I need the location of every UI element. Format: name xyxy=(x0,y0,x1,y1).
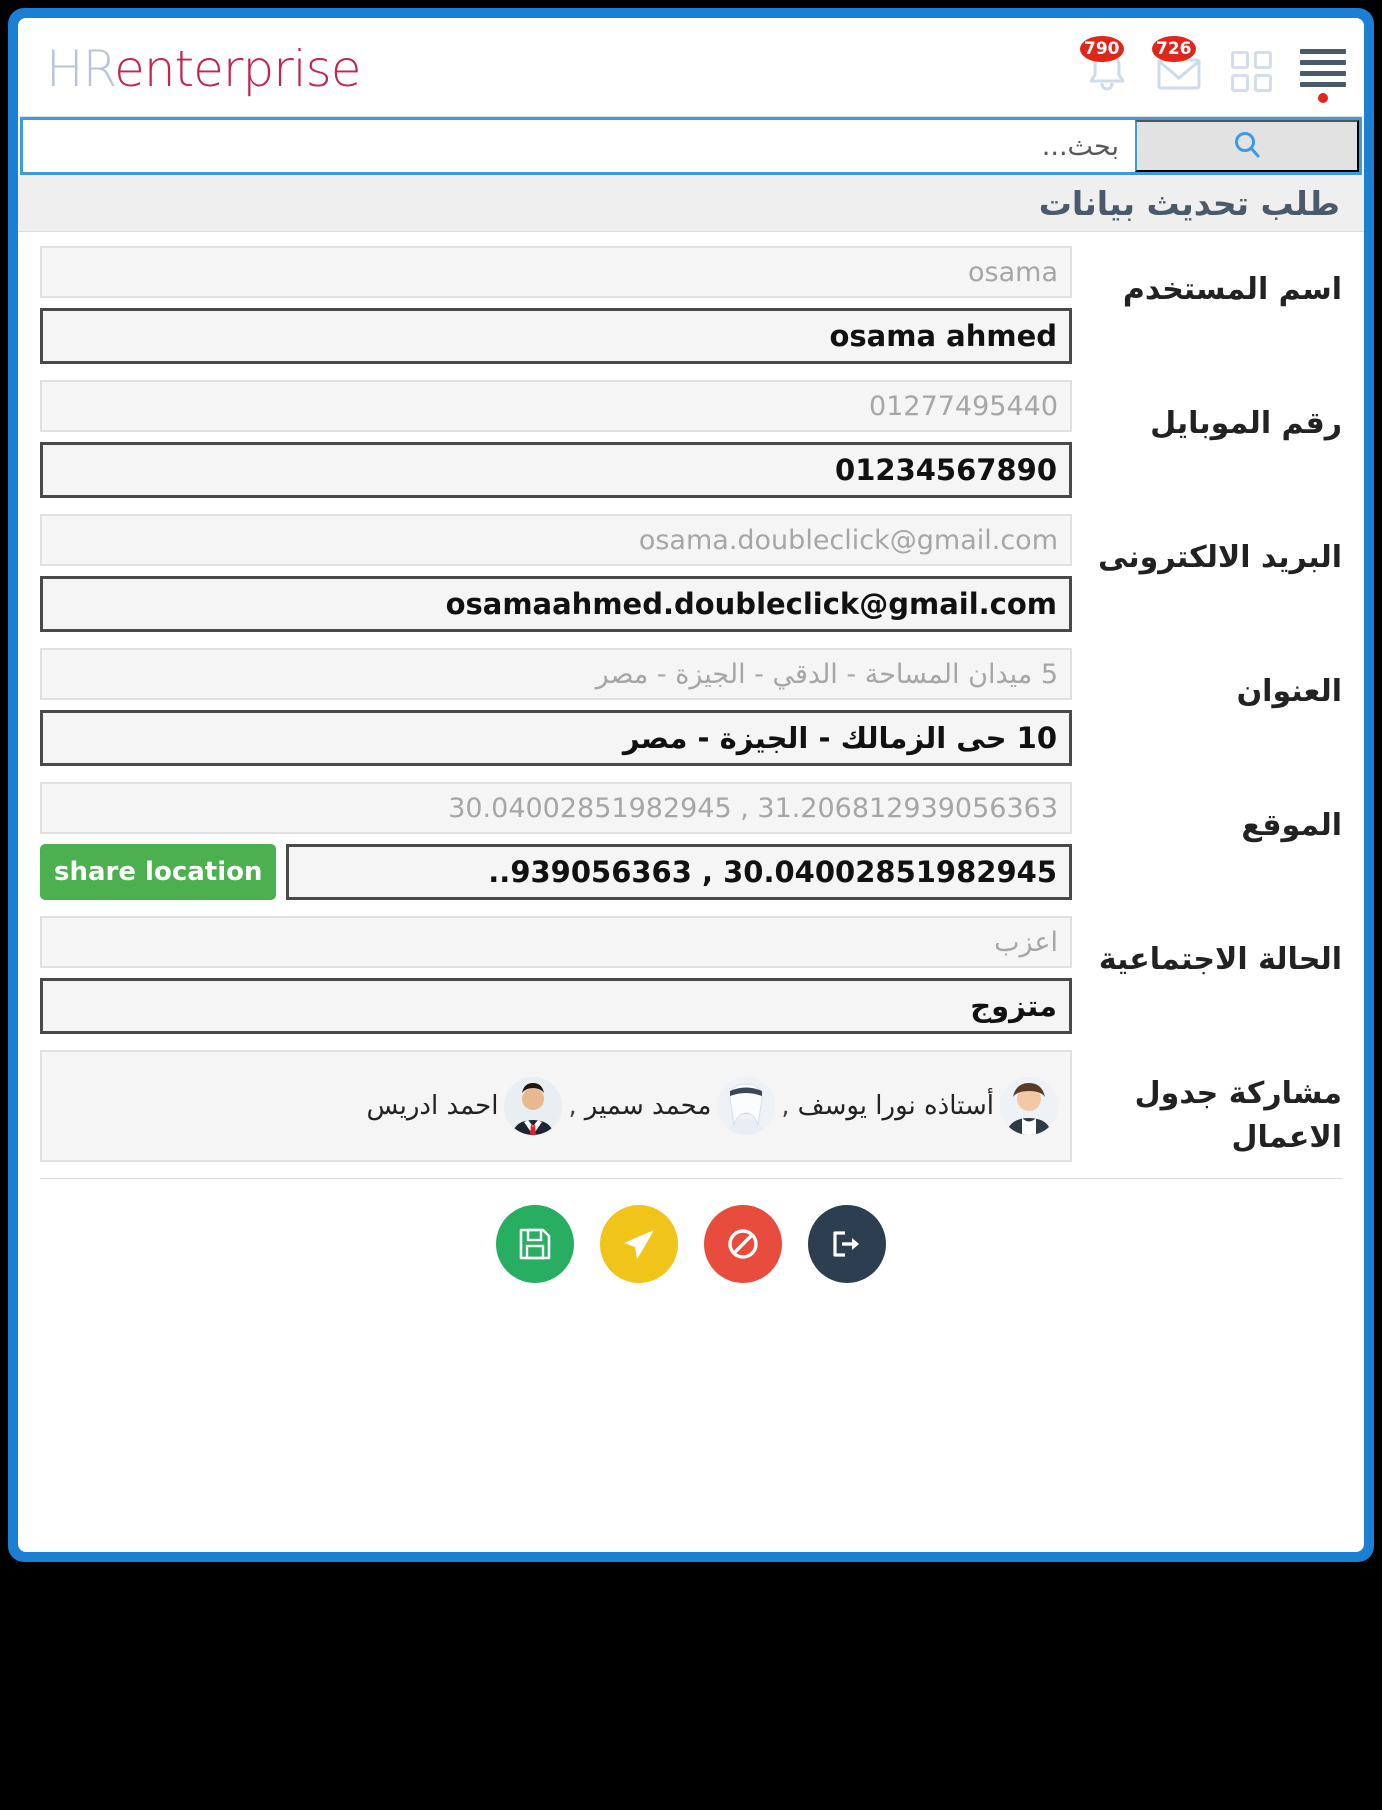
old-value-email: osama.doubleclick@gmail.com xyxy=(40,514,1072,566)
label-email: البريد الالكترونى xyxy=(1098,540,1342,575)
shared-person-name: أستاذه نورا يوسف xyxy=(797,1091,994,1121)
messages-button[interactable]: 726 xyxy=(1152,36,1202,92)
label-share-schedule: مشاركة جدول الاعمال xyxy=(1134,1076,1342,1155)
update-request-form: اسم المستخدم osama osama ahmed رقم الموب… xyxy=(18,232,1364,1162)
old-email-text: osama.doubleclick@gmail.com xyxy=(638,524,1058,556)
new-value-email[interactable]: osamaahmed.doubleclick@gmail.com xyxy=(40,576,1072,632)
paper-plane-icon xyxy=(624,1230,654,1259)
old-location-text: 30.04002851982945 , 31.206812939056363 xyxy=(448,792,1058,824)
old-value-address: 5 ميدان المساحة - الدقي - الجيزة - مصر xyxy=(40,648,1072,700)
send-button[interactable] xyxy=(600,1205,678,1283)
fields-username: osama osama ahmed xyxy=(40,246,1072,364)
exit-icon xyxy=(833,1231,859,1257)
new-value-mobile[interactable]: 01234567890 xyxy=(40,442,1072,498)
action-bar xyxy=(18,1179,1364,1305)
new-value-address[interactable]: 10 حى الزمالك - الجيزة - مصر xyxy=(40,710,1072,766)
fields-location: 30.04002851982945 , 31.206812939056363 .… xyxy=(40,782,1072,900)
label-username: اسم المستخدم xyxy=(1122,272,1342,307)
floppy-disk-icon xyxy=(519,1228,551,1260)
fields-address: 5 ميدان المساحة - الدقي - الجيزة - مصر 1… xyxy=(40,648,1072,766)
fields-marital-status: اعزب متزوج xyxy=(40,916,1072,1034)
fields-mobile: 01277495440 01234567890 xyxy=(40,380,1072,498)
man-suit-avatar xyxy=(504,1077,563,1135)
new-value-marital-status[interactable]: متزوج xyxy=(40,978,1072,1034)
fields-share-schedule: أستاذه نورا يوسف , محمد سمير , احمد ادري… xyxy=(40,1050,1072,1162)
shared-person[interactable]: محمد سمير , xyxy=(568,1077,776,1135)
logo-enterprise-text: enterprise xyxy=(114,40,361,98)
messages-badge: 726 xyxy=(1152,36,1196,62)
new-mobile-text: 01234567890 xyxy=(835,453,1057,487)
shared-person-separator: , xyxy=(568,1091,577,1121)
grid-apps-button[interactable] xyxy=(1228,36,1274,92)
share-schedule-list[interactable]: أستاذه نورا يوسف , محمد سمير , احمد ادري… xyxy=(40,1050,1072,1162)
shared-person[interactable]: احمد ادريس xyxy=(358,1077,563,1135)
label-address: العنوان xyxy=(1236,674,1342,709)
exit-button[interactable] xyxy=(808,1205,886,1283)
old-value-marital-status: اعزب xyxy=(40,916,1072,968)
page-title: طلب تحديث بيانات xyxy=(18,175,1364,232)
new-value-username[interactable]: osama ahmed xyxy=(40,308,1072,364)
shared-person[interactable]: أستاذه نورا يوسف , xyxy=(781,1077,1058,1135)
fields-email: osama.doubleclick@gmail.com osamaahmed.d… xyxy=(40,514,1072,632)
old-username-text: osama xyxy=(968,256,1058,288)
form-row-username: اسم المستخدم osama osama ahmed xyxy=(40,246,1342,364)
device-frame: HRenterprise 726 790 بحث... طلب تحديث بي… xyxy=(8,8,1374,1562)
top-bar: HRenterprise 726 790 xyxy=(18,18,1364,117)
man-keffiyeh-avatar xyxy=(717,1077,776,1135)
old-value-mobile: 01277495440 xyxy=(40,380,1072,432)
top-bar-icons: 726 790 xyxy=(1080,36,1346,103)
old-value-location: 30.04002851982945 , 31.206812939056363 xyxy=(40,782,1072,834)
hamburger-menu-icon xyxy=(1300,44,1346,103)
share-location-button[interactable]: share location xyxy=(40,844,277,900)
form-row-mobile: رقم الموبايل 01277495440 01234567890 xyxy=(40,380,1342,498)
reject-button[interactable] xyxy=(704,1205,782,1283)
grid-apps-icon xyxy=(1230,51,1272,92)
label-mobile: رقم الموبايل xyxy=(1150,406,1342,441)
search-submit-button[interactable] xyxy=(1135,120,1359,172)
ban-icon xyxy=(728,1229,758,1259)
search-bar xyxy=(20,117,1362,175)
menu-alert-dot xyxy=(1318,93,1328,103)
label-marital-status: الحالة الاجتماعية xyxy=(1098,942,1342,977)
form-row-share-schedule: مشاركة جدول الاعمال أستاذه نورا يوسف , م… xyxy=(40,1050,1342,1162)
notifications-badge: 790 xyxy=(1080,36,1124,62)
search-input[interactable] xyxy=(23,120,1135,172)
shared-person-name: احمد ادريس xyxy=(366,1091,499,1121)
form-row-email: البريد الالكترونى osama.doubleclick@gmai… xyxy=(40,514,1342,632)
form-row-location: الموقع 30.04002851982945 , 31.2068129390… xyxy=(40,782,1342,900)
shared-person-name: محمد سمير xyxy=(584,1091,712,1121)
woman-avatar xyxy=(1000,1077,1058,1135)
old-mobile-text: 01277495440 xyxy=(869,390,1058,422)
logo-hr-text: HR xyxy=(46,40,115,98)
new-username-text: osama ahmed xyxy=(829,319,1058,353)
notifications-button[interactable]: 790 xyxy=(1080,36,1130,92)
new-location-text: ..939056363 , 30.04002851982945 xyxy=(488,855,1057,889)
search-icon xyxy=(1235,132,1260,158)
save-button[interactable] xyxy=(496,1205,574,1283)
label-location: الموقع xyxy=(1241,808,1342,843)
new-value-location[interactable]: ..939056363 , 30.04002851982945 xyxy=(286,844,1072,900)
form-row-address: العنوان 5 ميدان المساحة - الدقي - الجيزة… xyxy=(40,648,1342,766)
app-logo[interactable]: HRenterprise xyxy=(46,40,361,98)
new-email-text: osamaahmed.doubleclick@gmail.com xyxy=(445,587,1057,621)
form-row-marital-status: الحالة الاجتماعية اعزب متزوج xyxy=(40,916,1342,1034)
old-value-username: osama xyxy=(40,246,1072,298)
location-edit-line: ..939056363 , 30.04002851982945 share lo… xyxy=(40,844,1072,900)
shared-person-separator: , xyxy=(781,1091,790,1121)
app-window: HRenterprise 726 790 بحث... طلب تحديث بي… xyxy=(18,18,1364,1552)
hamburger-menu-button[interactable] xyxy=(1300,36,1346,103)
